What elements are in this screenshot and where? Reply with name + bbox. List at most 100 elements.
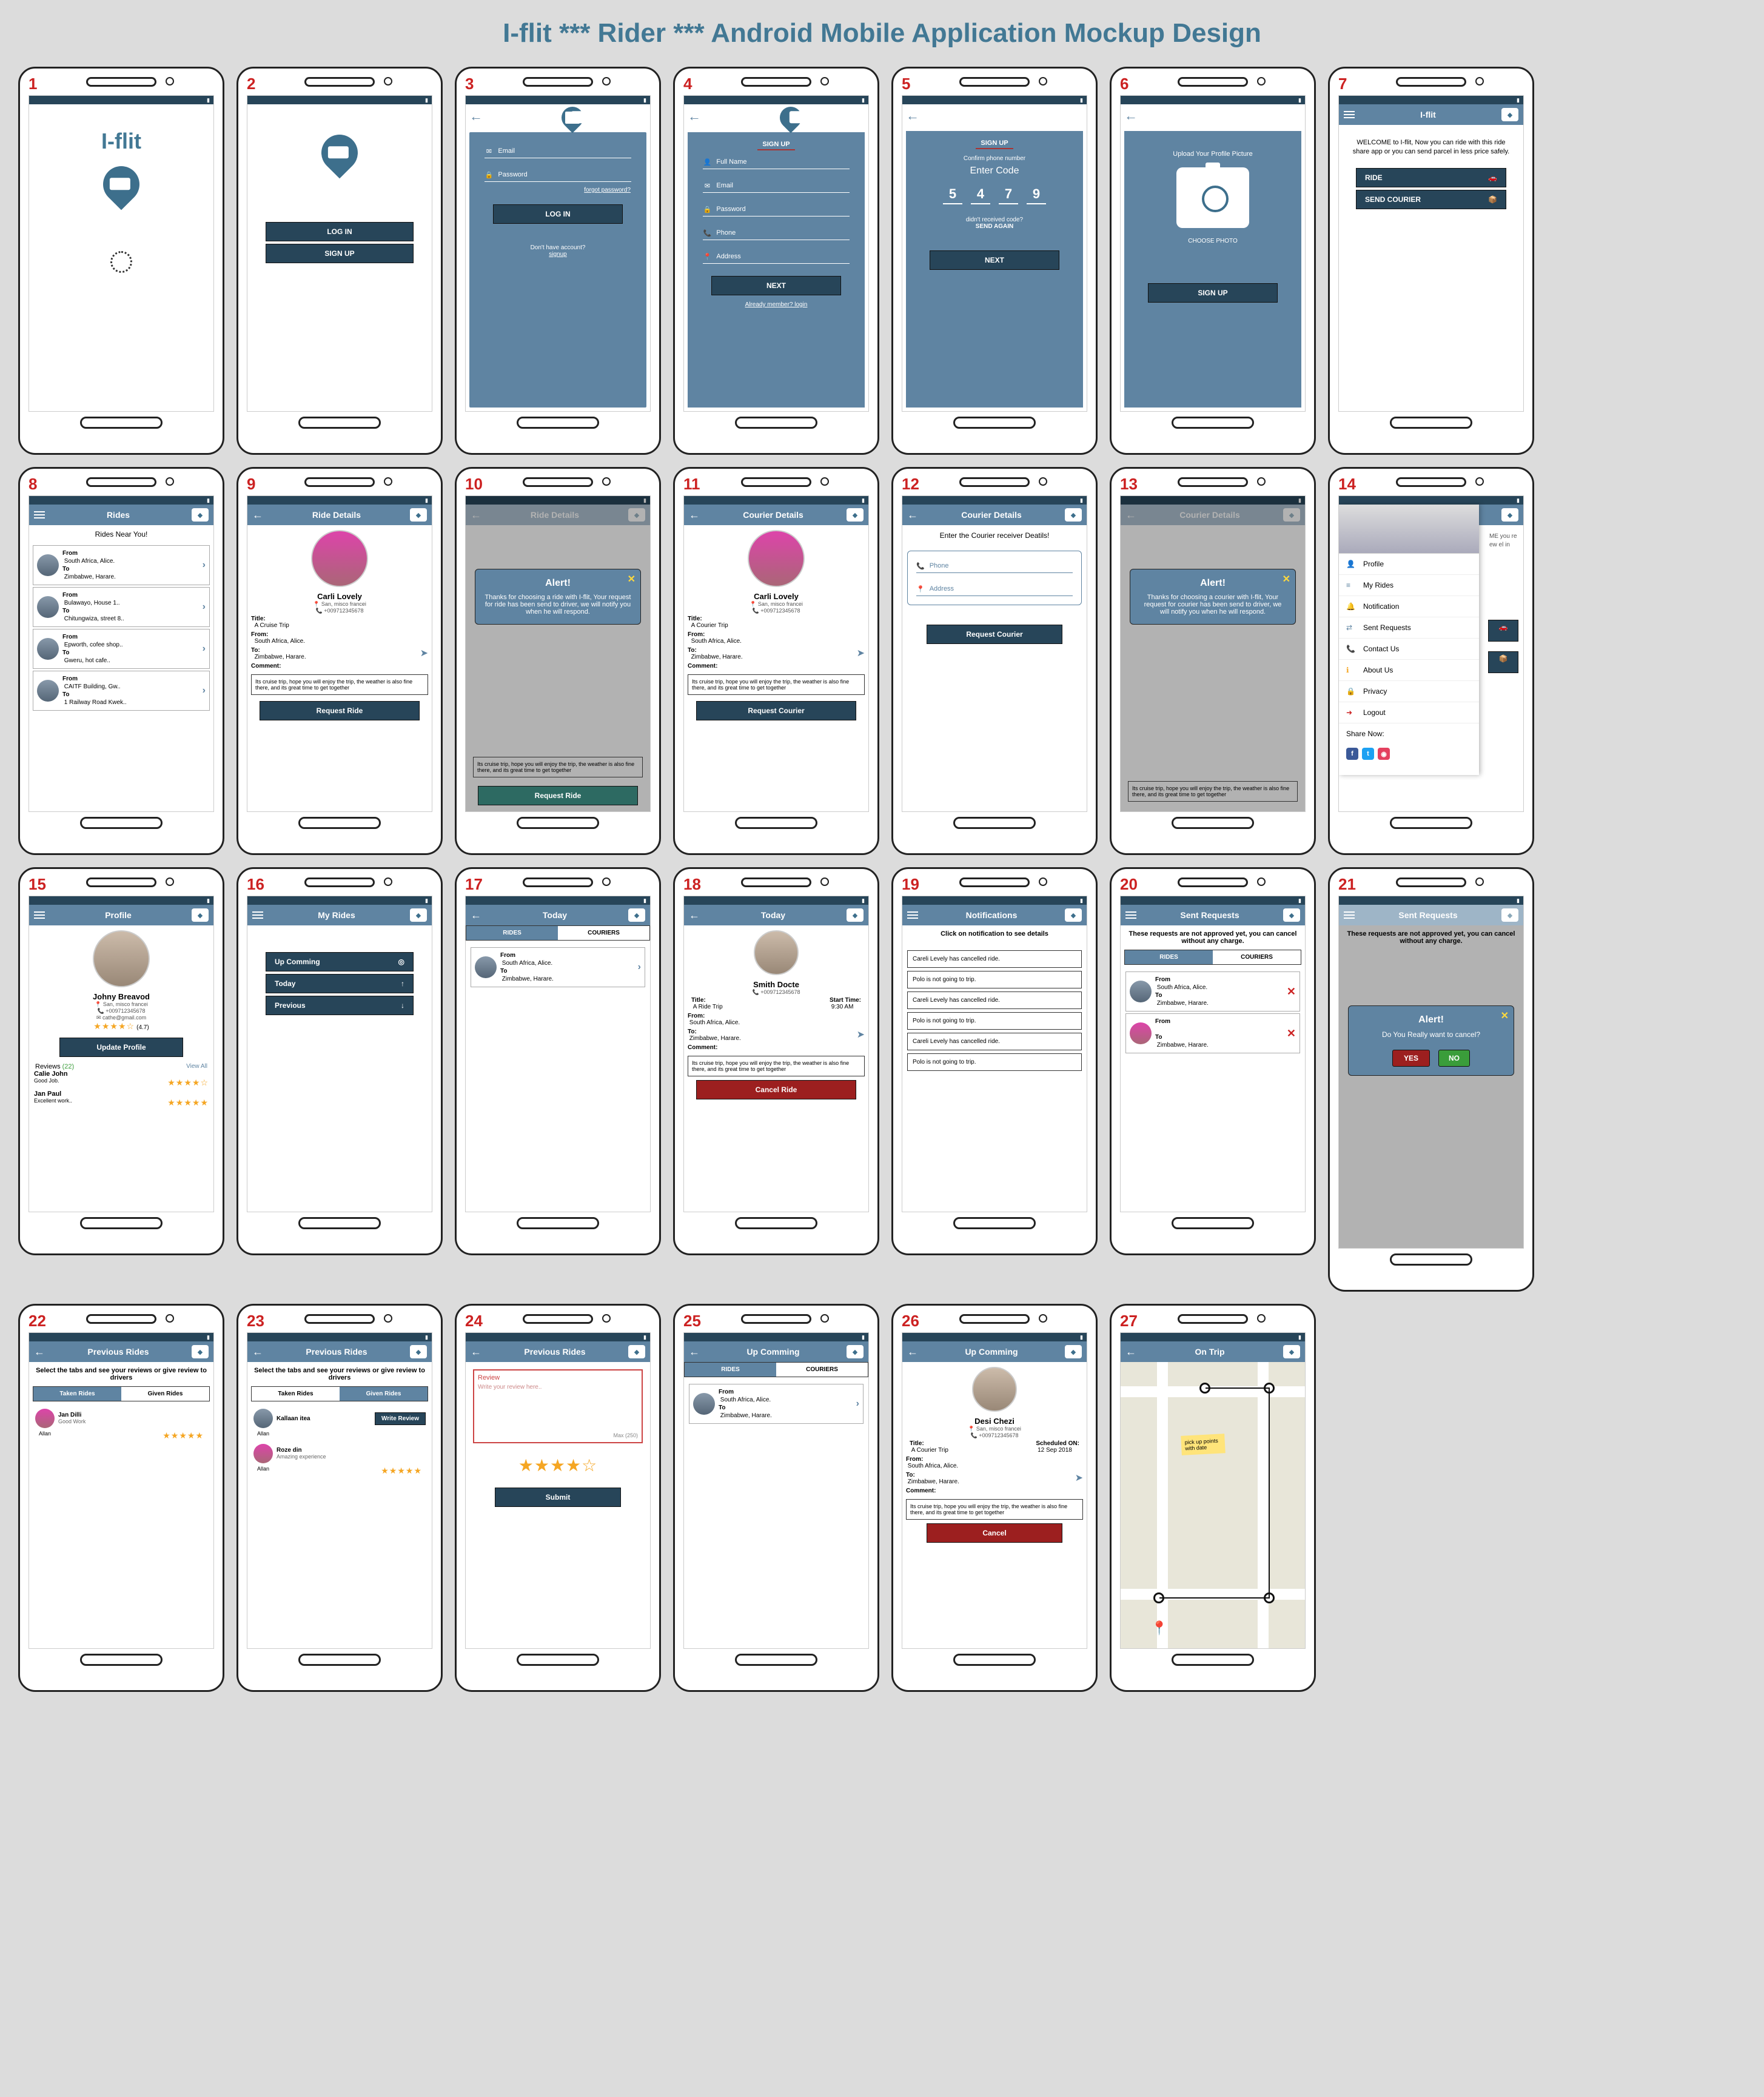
signup-button[interactable]: SIGN UP (1148, 283, 1278, 303)
back-icon[interactable]: ← (907, 509, 918, 522)
camera-icon[interactable] (1176, 167, 1249, 228)
cancel-button[interactable]: Cancel (927, 1523, 1062, 1543)
send-again-link[interactable]: SEND AGAIN (976, 223, 1013, 230)
review-textarea[interactable]: Write your review here.. (478, 1384, 638, 1432)
address-input[interactable]: 📍Address (703, 250, 849, 264)
ride-button[interactable]: RIDE🚗 (1356, 168, 1506, 187)
ride-item[interactable]: From South Africa, Alice.To Zimbabwe, Ha… (471, 947, 645, 987)
next-button[interactable]: NEXT (930, 250, 1059, 270)
courier-chip[interactable]: 📦 (1488, 651, 1518, 673)
close-icon[interactable]: ✕ (1501, 1010, 1509, 1022)
tab-given[interactable]: Given Rides (121, 1387, 209, 1401)
password-input[interactable]: 🔒Password (485, 168, 631, 182)
address-input[interactable]: 📍Address (916, 583, 1073, 596)
back-icon[interactable]: ← (252, 1346, 263, 1358)
menu-item-profile[interactable]: 👤Profile (1339, 554, 1479, 575)
phone-input[interactable]: 📞Phone (916, 560, 1073, 573)
close-icon[interactable]: ✕ (628, 573, 636, 585)
facebook-icon[interactable]: f (1346, 748, 1358, 760)
menu-item-about-us[interactable]: ℹAbout Us (1339, 660, 1479, 681)
notification-item[interactable]: Careli Levely has cancelled ride. (907, 991, 1082, 1009)
menu-icon[interactable] (34, 511, 45, 518)
twitter-icon[interactable]: t (1362, 748, 1374, 760)
notification-item[interactable]: Careli Levely has cancelled ride. (907, 1033, 1082, 1050)
signup-button[interactable]: SIGN UP (266, 244, 414, 263)
update-profile-button[interactable]: Update Profile (59, 1038, 183, 1057)
login-button[interactable]: LOG IN (493, 204, 623, 224)
request-item[interactable]: From South Africa, Alice.To Zimbabwe, Ha… (1125, 971, 1300, 1012)
back-icon[interactable]: ← (252, 509, 263, 522)
today-button[interactable]: Today↑ (266, 974, 414, 993)
back-icon[interactable]: ← (689, 509, 700, 522)
menu-item-privacy[interactable]: 🔒Privacy (1339, 681, 1479, 702)
request-item[interactable]: From To Zimbabwe, Harare.✕ (1125, 1013, 1300, 1053)
cancel-ride-button[interactable]: Cancel Ride (696, 1080, 856, 1099)
menu-icon[interactable] (34, 911, 45, 919)
close-icon[interactable]: ✕ (1283, 573, 1290, 585)
ride-item[interactable]: From Bulawayo, House 1..To Chitungwiza, … (33, 587, 210, 627)
tab-taken[interactable]: Taken Rides (252, 1387, 340, 1401)
menu-item-my-rides[interactable]: ≡My Rides (1339, 575, 1479, 596)
instagram-icon[interactable]: ◉ (1378, 748, 1390, 760)
login-button[interactable]: LOG IN (266, 222, 414, 241)
map-view[interactable]: pick up points with date 📍 (1121, 1362, 1305, 1648)
menu-item-notification[interactable]: 🔔Notification (1339, 596, 1479, 617)
signup-link[interactable]: signup (549, 251, 566, 258)
ride-item[interactable]: From CAITF Building, Gw..To 1 Railway Ro… (33, 671, 210, 711)
tab-rides[interactable]: RIDES (466, 926, 558, 940)
tab-couriers[interactable]: COURIERS (1213, 950, 1301, 964)
no-button[interactable]: NO (1438, 1050, 1470, 1067)
navigate-icon[interactable]: ➤ (857, 1028, 865, 1042)
notification-item[interactable]: Polo is not going to trip. (907, 1012, 1082, 1030)
menu-icon[interactable] (252, 911, 263, 919)
tab-taken[interactable]: Taken Rides (33, 1387, 121, 1401)
next-button[interactable]: NEXT (711, 276, 841, 295)
menu-item-logout[interactable]: ➜Logout (1339, 702, 1479, 723)
navigate-icon[interactable]: ➤ (857, 647, 865, 660)
navigate-icon[interactable]: ➤ (420, 647, 428, 660)
menu-icon[interactable] (1125, 911, 1136, 919)
courier-button[interactable]: SEND COURIER📦 (1356, 190, 1506, 209)
back-icon[interactable]: ← (689, 909, 700, 922)
back-icon[interactable]: ← (907, 1346, 918, 1358)
password-input[interactable]: 🔒Password (703, 203, 849, 216)
back-icon[interactable]: ← (684, 105, 705, 128)
menu-item-sent-requests[interactable]: ⇄Sent Requests (1339, 617, 1479, 639)
back-icon[interactable]: ← (471, 1346, 481, 1358)
tab-couriers[interactable]: COURIERS (776, 1363, 868, 1377)
back-icon[interactable]: ← (1121, 104, 1141, 127)
back-icon[interactable]: ← (689, 1346, 700, 1358)
back-icon[interactable]: ← (1125, 1346, 1136, 1358)
notification-item[interactable]: Polo is not going to trip. (907, 971, 1082, 988)
notification-item[interactable]: Careli Levely has cancelled ride. (907, 950, 1082, 968)
tab-rides[interactable]: RIDES (685, 1363, 776, 1377)
ride-chip[interactable]: 🚗 (1488, 620, 1518, 642)
fullname-input[interactable]: 👤Full Name (703, 155, 849, 169)
star-input[interactable]: ★★★★☆ (518, 1456, 598, 1475)
previous-button[interactable]: Previous↓ (266, 996, 414, 1015)
already-member-link[interactable]: Already member? login (745, 301, 808, 308)
back-icon[interactable]: ← (34, 1346, 45, 1358)
code-inputs[interactable]: 5479 (943, 185, 1046, 204)
yes-button[interactable]: YES (1392, 1050, 1430, 1067)
request-ride-button[interactable]: Request Ride (478, 786, 638, 805)
menu-icon[interactable] (1344, 111, 1355, 118)
back-icon[interactable]: ← (471, 909, 481, 922)
view-all-link[interactable]: View All (186, 1063, 207, 1070)
delete-icon[interactable]: ✕ (1287, 1027, 1296, 1040)
request-courier-button[interactable]: Request Courier (696, 701, 856, 720)
back-icon[interactable]: ← (466, 105, 486, 128)
delete-icon[interactable]: ✕ (1287, 985, 1296, 998)
choose-photo-link[interactable]: CHOOSE PHOTO (1188, 238, 1238, 244)
request-ride-button[interactable]: Request Ride (260, 701, 420, 720)
tab-couriers[interactable]: COURIERS (558, 926, 649, 940)
submit-button[interactable]: Submit (495, 1488, 621, 1507)
ride-item[interactable]: From Epworth, cofee shop..To Gweru, hot … (33, 629, 210, 669)
email-input[interactable]: ✉Email (703, 179, 849, 193)
tab-rides[interactable]: RIDES (1125, 950, 1213, 964)
request-courier-button[interactable]: Request Courier (927, 625, 1062, 644)
write-review-button[interactable]: Write Review (375, 1412, 426, 1425)
notification-item[interactable]: Polo is not going to trip. (907, 1053, 1082, 1071)
ride-item[interactable]: From South Africa, Alice.To Zimbabwe, Ha… (689, 1384, 864, 1424)
menu-icon[interactable] (907, 911, 918, 919)
